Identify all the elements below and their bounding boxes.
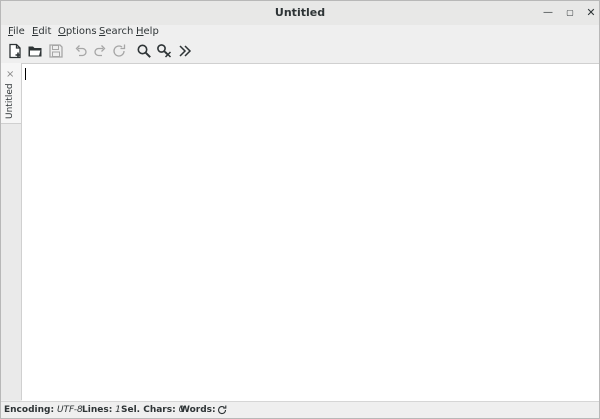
app-window: Untitled — ▢ ✕ File Edit Options Search …: [0, 0, 600, 419]
maximize-icon[interactable]: ▢: [562, 5, 578, 21]
tab-close-icon[interactable]: ×: [6, 70, 14, 80]
open-folder-icon[interactable]: [27, 43, 43, 59]
status-words: Words:: [180, 405, 216, 415]
menu-file[interactable]: File: [8, 26, 25, 37]
tab-untitled[interactable]: × Untitled: [1, 63, 21, 124]
menu-options[interactable]: Options: [58, 26, 97, 37]
window-title: Untitled: [274, 6, 326, 19]
words-label: Words:: [180, 405, 216, 415]
close-icon[interactable]: ✕: [583, 5, 599, 21]
reload-icon[interactable]: [111, 43, 127, 59]
menu-help[interactable]: Help: [136, 26, 159, 37]
redo-icon[interactable]: [92, 43, 108, 59]
more-icon[interactable]: [177, 43, 193, 59]
menu-edit[interactable]: Edit: [32, 26, 51, 37]
toolbar: [1, 41, 599, 61]
search-icon[interactable]: [136, 43, 152, 59]
lines-label: Lines:: [82, 405, 113, 415]
cut-icon[interactable]: [156, 43, 172, 59]
tab-strip: × Untitled: [1, 63, 22, 400]
undo-icon[interactable]: [73, 43, 89, 59]
menu-bar: File Edit Options Search Help: [1, 25, 599, 40]
encoding-label: Encoding:: [4, 405, 55, 415]
status-lines: Lines: 1: [82, 405, 121, 415]
status-encoding: Encoding: UTF-8: [4, 405, 83, 415]
tab-label: Untitled: [5, 83, 15, 119]
status-sel-chars: Sel. Chars: 0: [121, 405, 184, 415]
text-editor[interactable]: [22, 63, 599, 401]
minimize-icon[interactable]: —: [540, 5, 556, 21]
sel-chars-label: Sel. Chars:: [121, 405, 176, 415]
text-cursor: [25, 68, 26, 80]
status-bar: Encoding: UTF-8 Lines: 1 Sel. Chars: 0 W…: [1, 401, 599, 418]
refresh-word-count-icon[interactable]: [216, 404, 228, 416]
save-icon[interactable]: [48, 43, 64, 59]
title-bar[interactable]: Untitled — ▢ ✕: [1, 1, 599, 26]
encoding-value: UTF-8: [56, 405, 83, 415]
menu-search[interactable]: Search: [99, 26, 133, 37]
new-document-icon[interactable]: [7, 43, 23, 59]
